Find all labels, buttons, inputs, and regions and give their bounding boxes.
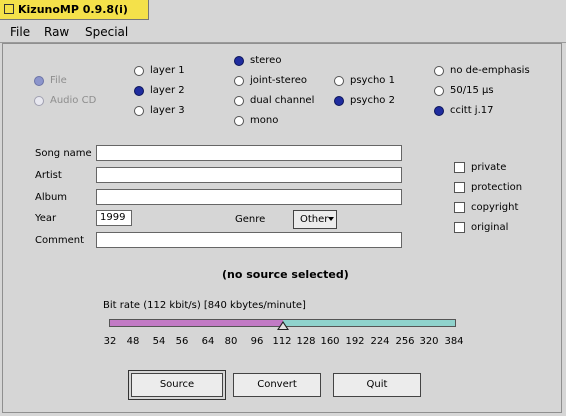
slider-thumb-inner	[279, 323, 287, 329]
radio-mode-mono-label: mono	[250, 115, 279, 126]
radio-layer-2-label: layer 2	[150, 85, 185, 96]
radio-layer-2[interactable]	[134, 86, 144, 96]
radio-emphasis-none[interactable]	[434, 66, 444, 76]
window-title: KizunoMP 0.9.8(i)	[18, 3, 128, 16]
radio-source-audio-cd-label: Audio CD	[50, 95, 97, 106]
chevron-down-icon	[328, 217, 334, 221]
radio-layer-1[interactable]	[134, 66, 144, 76]
radio-emphasis-50-15[interactable]	[434, 86, 444, 96]
radio-emphasis-50-15-label: 50/15 μs	[450, 85, 494, 96]
radio-layer-3-label: layer 3	[150, 105, 185, 116]
title-tab[interactable]: KizunoMP 0.9.8(i)	[0, 0, 149, 20]
artist-label: Artist	[35, 170, 62, 181]
radio-psycho-1-label: psycho 1	[350, 75, 395, 86]
bitrate-label: Bit rate (112 kbit/s) [840 kbytes/minute…	[103, 300, 306, 311]
menu-bar: File Raw Special	[0, 21, 566, 43]
radio-mode-dual-channel-label: dual channel	[250, 95, 315, 106]
slider-fill-left	[110, 320, 283, 326]
genre-value: Other	[300, 214, 329, 225]
window-icon[interactable]	[4, 4, 14, 14]
source-button[interactable]: Source	[131, 373, 223, 397]
artist-field[interactable]	[96, 167, 402, 183]
genre-label: Genre	[235, 214, 266, 225]
radio-layer-3[interactable]	[134, 106, 144, 116]
year-field[interactable]: 1999	[96, 210, 132, 226]
radio-emphasis-ccitt-label: ccitt j.17	[450, 105, 494, 116]
checkbox-private[interactable]	[454, 162, 465, 173]
radio-layer-1-label: layer 1	[150, 65, 185, 76]
comment-field[interactable]	[96, 232, 402, 248]
radio-mode-mono[interactable]	[234, 116, 244, 126]
checkbox-protection[interactable]	[454, 182, 465, 193]
album-field[interactable]	[96, 189, 402, 205]
radio-source-audio-cd[interactable]	[34, 96, 44, 106]
checkbox-private-label: private	[471, 162, 507, 173]
checkbox-original[interactable]	[454, 222, 465, 233]
radio-psycho-2-label: psycho 2	[350, 95, 395, 106]
radio-mode-joint-stereo-label: joint-stereo	[250, 75, 307, 86]
radio-psycho-1[interactable]	[334, 76, 344, 86]
comment-label: Comment	[35, 235, 84, 246]
year-label: Year	[35, 213, 57, 224]
album-label: Album	[35, 192, 68, 203]
radio-mode-joint-stereo[interactable]	[234, 76, 244, 86]
title-bar[interactable]: KizunoMP 0.9.8(i)	[0, 0, 566, 20]
convert-button[interactable]: Convert	[233, 373, 321, 397]
quit-button[interactable]: Quit	[333, 373, 421, 397]
song-name-field[interactable]	[96, 145, 402, 161]
radio-emphasis-ccitt[interactable]	[434, 106, 444, 116]
radio-mode-stereo[interactable]	[234, 56, 244, 66]
radio-emphasis-none-label: no de-emphasis	[450, 65, 530, 76]
checkbox-protection-label: protection	[471, 182, 523, 193]
checkbox-original-label: original	[471, 222, 509, 233]
radio-source-file[interactable]	[34, 76, 44, 86]
slider-thumb[interactable]	[277, 321, 289, 330]
radio-mode-dual-channel[interactable]	[234, 96, 244, 106]
radio-mode-stereo-label: stereo	[250, 55, 282, 66]
slider-fill-right	[283, 320, 455, 326]
status-text: (no source selected)	[222, 268, 349, 281]
menu-file[interactable]: File	[10, 25, 30, 39]
menu-special[interactable]: Special	[85, 25, 128, 39]
radio-source-file-label: File	[50, 75, 67, 86]
song-name-label: Song name	[35, 148, 92, 159]
genre-dropdown[interactable]: Other	[293, 210, 337, 229]
checkbox-copyright[interactable]	[454, 202, 465, 213]
tick-label: 384	[444, 336, 464, 347]
radio-psycho-2[interactable]	[334, 96, 344, 106]
checkbox-copyright-label: copyright	[471, 202, 519, 213]
menu-raw[interactable]: Raw	[44, 25, 69, 39]
